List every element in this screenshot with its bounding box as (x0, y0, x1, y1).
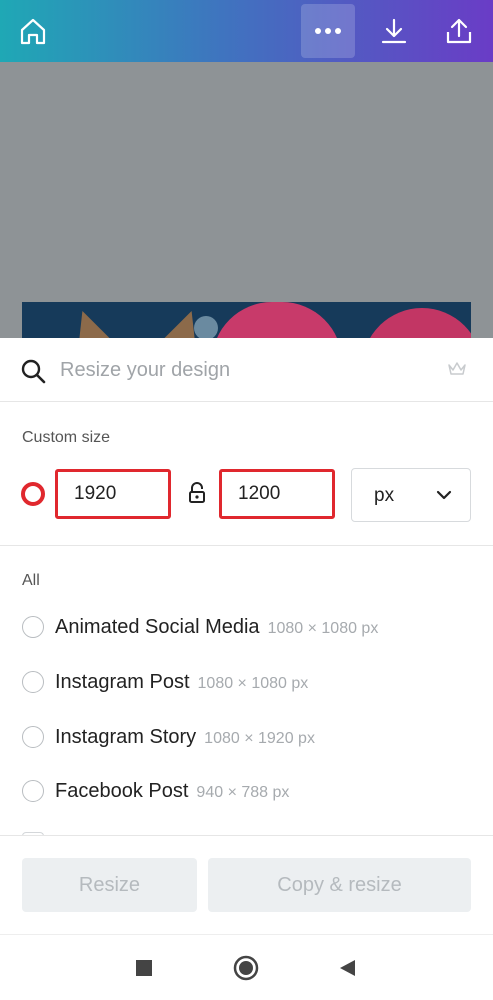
all-label: All (22, 572, 40, 589)
preset-item-instagram-story[interactable]: Instagram Story 1080 × 1920 px (0, 710, 493, 764)
preset-radio[interactable] (22, 671, 44, 693)
sheet-footer: Resize Copy & resize (0, 835, 493, 934)
search-row (0, 338, 493, 402)
recents-button[interactable] (131, 955, 157, 981)
more-button[interactable] (301, 4, 355, 58)
resize-sheet: Custom size px All Animated Social Media… (0, 338, 493, 934)
preset-radio[interactable] (22, 616, 44, 638)
unit-value: px (374, 485, 395, 506)
unit-select[interactable]: px (351, 468, 471, 522)
download-icon (381, 18, 407, 44)
home-icon (20, 18, 46, 45)
preset-name: Instagram Post (55, 671, 190, 693)
share-icon (446, 18, 472, 44)
copy-resize-button[interactable]: Copy & resize (208, 858, 471, 912)
square-icon (136, 960, 152, 976)
share-button[interactable] (432, 4, 486, 58)
back-button[interactable] (334, 955, 360, 981)
circle-icon (233, 955, 259, 981)
custom-size-label: Custom size (22, 429, 111, 446)
design-canvas (0, 62, 493, 400)
back-triangle-icon (340, 960, 355, 976)
preset-size: 1080 × 1080 px (267, 620, 379, 637)
preset-name: Instagram Story (55, 726, 197, 748)
resize-button[interactable]: Resize (22, 858, 197, 912)
home-button[interactable] (6, 4, 60, 58)
preset-radio[interactable] (22, 780, 44, 802)
download-button[interactable] (367, 4, 421, 58)
preset-size: 1080 × 1080 px (197, 675, 309, 692)
system-nav-bar (0, 934, 493, 1000)
search-icon (21, 359, 46, 384)
preset-size: 940 × 788 px (196, 784, 290, 801)
more-horizontal-icon (315, 28, 341, 34)
home-nav-button[interactable] (233, 955, 259, 981)
preset-item-animated-social-media[interactable]: Animated Social Media 1080 × 1080 px (0, 600, 493, 654)
search-input[interactable] (60, 356, 420, 384)
preset-item-facebook-post[interactable]: Facebook Post 940 × 788 px (0, 764, 493, 818)
divider (0, 545, 493, 546)
height-field[interactable] (219, 469, 335, 519)
preset-radio[interactable] (22, 726, 44, 748)
custom-size-radio[interactable] (21, 482, 45, 506)
preset-name: Animated Social Media (55, 616, 260, 638)
preset-size: 1080 × 1920 px (204, 730, 315, 747)
custom-size-row: px (0, 466, 493, 526)
preset-name: Facebook Post (55, 780, 189, 802)
top-toolbar (0, 0, 493, 62)
preset-item-instagram-post[interactable]: Instagram Post 1080 × 1080 px (0, 655, 493, 709)
unlock-icon[interactable] (188, 482, 206, 504)
width-field[interactable] (55, 469, 171, 519)
chevron-down-icon (436, 490, 452, 500)
crown-icon (448, 362, 466, 375)
